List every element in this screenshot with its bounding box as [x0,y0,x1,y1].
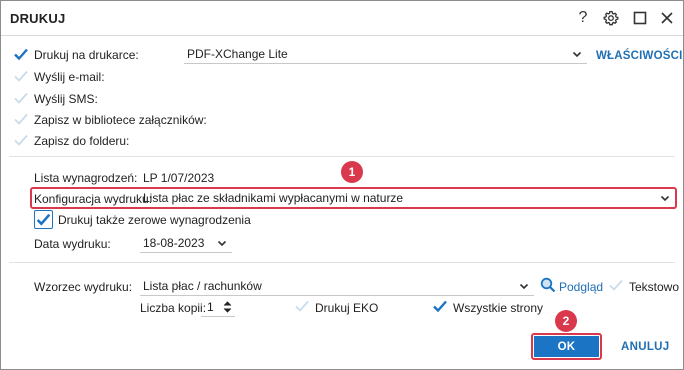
send-sms-checkbox[interactable] [13,90,29,106]
checkmark-icon [14,113,28,125]
preview-link[interactable]: Podgląd [559,280,603,294]
chevron-down-icon [660,195,670,202]
print-to-printer-label: Drukuj na drukarce: [34,48,139,62]
text-mode-label: Tekstowo [629,280,680,294]
cancel-button[interactable]: ANULUJ [621,341,669,353]
gear-icon [603,10,619,26]
help-button[interactable]: ? [572,7,594,29]
config-label: Konfiguracja wydruku: [34,192,153,206]
checkmark-icon [433,300,447,313]
chevron-down-icon [519,283,529,289]
template-label: Wzorzec wydruku: [34,280,133,294]
help-icon: ? [578,9,588,26]
print-date-value: 18-08-2023 [143,235,205,250]
printer-select-value: PDF-XChange Lite [187,46,288,61]
save-attachments-label: Zapisz w bibliotece załączników: [34,113,207,127]
save-folder-label: Zapisz do folderu: [34,134,130,148]
send-email-label: Wyślij e-mail: [34,70,105,84]
payroll-list-value: LP 1/07/2023 [143,171,215,185]
magnifier-icon [540,277,556,293]
checkmark-icon [14,48,28,61]
print-date-label: Data wydruku: [34,237,111,251]
print-dialog: DRUKUJ ? Drukuj na drukarce: PDF-XChange… [0,0,684,370]
close-icon [661,12,673,24]
chevron-down-icon [572,51,582,57]
template-select[interactable]: Lista płac / rachunków [140,276,534,296]
print-eko-label: Drukuj EKO [315,301,379,315]
section-divider [9,156,675,157]
checkmark-icon [609,279,623,291]
send-sms-label: Wyślij SMS: [34,92,98,106]
printer-select[interactable]: PDF-XChange Lite [184,44,587,64]
title-bar: DRUKUJ ? [1,1,683,36]
stepper-arrows-icon[interactable] [223,300,232,313]
dialog-title: DRUKUJ [10,11,66,26]
checkmark-icon [14,134,28,146]
ok-button[interactable]: OK [534,336,599,357]
save-folder-checkbox[interactable] [13,132,29,148]
config-select[interactable]: Lista płac ze składnikami wypłacanymi w … [140,188,675,208]
send-email-checkbox[interactable] [13,68,29,84]
checkmark-icon [295,300,309,312]
preview-button[interactable] [540,277,556,293]
payroll-list-label: Lista wynagrodzeń: [34,171,138,185]
checkmark-icon [36,213,51,226]
all-pages-label: Wszystkie strony [453,301,544,315]
print-eko-checkbox[interactable] [294,298,310,314]
copies-value: 1 [207,299,214,314]
zero-salaries-label: Drukuj także zerowe wynagrodzenia [58,213,251,227]
checkmark-icon [14,70,28,82]
text-mode-checkbox[interactable] [608,277,624,293]
section-divider [9,262,675,263]
annotation-marker-1: 1 [341,161,363,183]
printer-properties-link[interactable]: WŁAŚCIWOŚCI [596,50,683,62]
template-select-value: Lista płac / rachunków [143,278,262,293]
copies-stepper[interactable]: 1 [201,297,235,317]
print-date-picker[interactable]: 18-08-2023 [140,233,232,253]
print-to-printer-checkbox[interactable] [13,46,29,62]
maximize-button[interactable] [629,7,651,29]
checkmark-icon [14,92,28,104]
maximize-icon [633,11,647,25]
save-attachments-checkbox[interactable] [13,111,29,127]
close-button[interactable] [656,7,678,29]
config-select-value: Lista płac ze składnikami wypłacanymi w … [143,191,404,205]
chevron-down-icon [217,240,227,246]
copies-label: Liczba kopii: [140,301,207,315]
zero-salaries-checkbox[interactable] [34,210,53,229]
settings-button[interactable] [600,7,622,29]
all-pages-checkbox[interactable] [432,298,448,314]
annotation-marker-2: 2 [555,310,577,332]
